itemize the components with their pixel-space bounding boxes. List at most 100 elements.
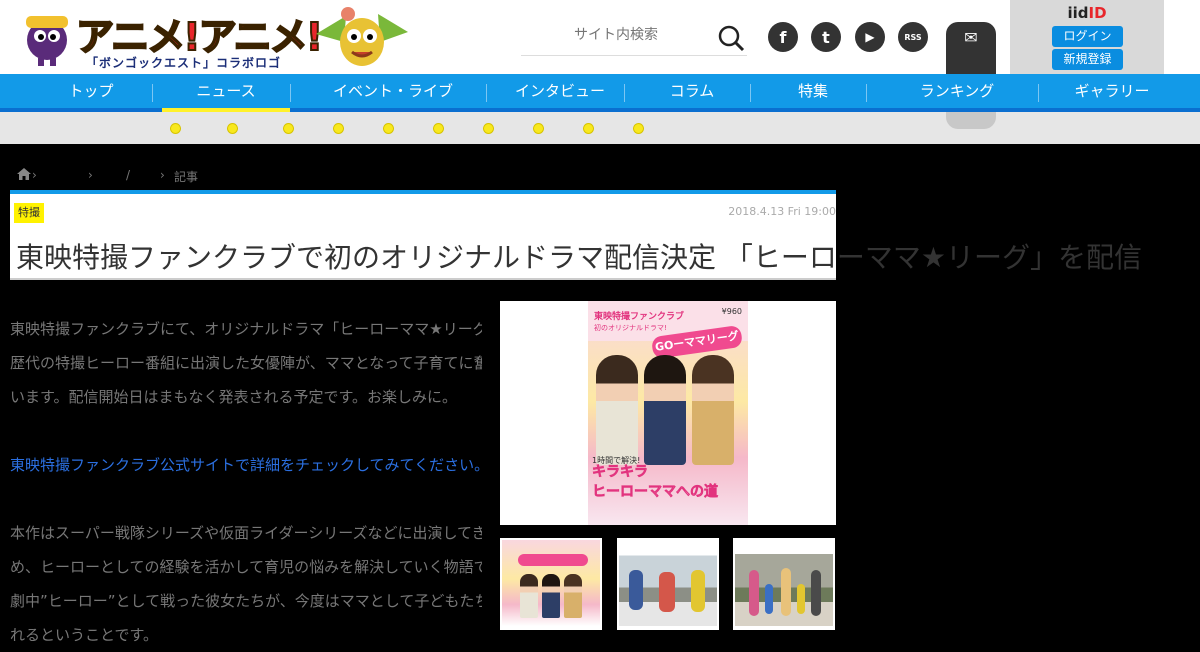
mail-tab[interactable]: ✉ bbox=[946, 22, 996, 74]
nav-separator bbox=[866, 84, 867, 102]
main-photo[interactable]: 東映特撮ファンクラブ 初のオリジナルドラマ! ¥960 GOーママリーグ 1時間… bbox=[500, 301, 836, 525]
facebook-icon[interactable]: f bbox=[768, 22, 798, 52]
body-line: れるということです。 bbox=[10, 626, 159, 644]
body-line: 本作はスーパー戦隊シリーズや仮面ライダーシリーズなどに出演してきた女優3人が主演… bbox=[10, 524, 482, 542]
main-nav: トップ ニュース イベント・ライブ インタビュー コラム 特集 ランキング ギャ… bbox=[0, 74, 1200, 112]
iid-panel: iidID ログイン 新規登録 bbox=[1010, 0, 1164, 74]
body-spacer bbox=[10, 414, 482, 448]
site-header: アニメ!アニメ! 「ボンゴックエスト」コラボロゴ f t ▶ RSS ✉ iid… bbox=[0, 0, 1200, 74]
subnav-dot[interactable] bbox=[633, 123, 644, 134]
thumbnail-logo-shape bbox=[518, 554, 588, 566]
person-figure bbox=[564, 574, 582, 618]
article-link[interactable]: 東映特撮ファンクラブ公式サイトで詳細をチェックしてみてください。配信情報まとめ bbox=[10, 448, 482, 482]
breadcrumb-separator: / bbox=[126, 168, 131, 182]
person-figure bbox=[781, 568, 791, 616]
cover-copy-line2: ヒーローママへの道 bbox=[592, 484, 719, 501]
facebook-glyph: f bbox=[779, 27, 787, 47]
thumbnail-image bbox=[735, 540, 833, 626]
body-line: め、ヒーローとしての経験を活かして育児の悩みを解決していく物語です。 bbox=[10, 558, 482, 576]
person-figure bbox=[629, 570, 643, 610]
category-badge[interactable]: 特撮 bbox=[14, 203, 44, 223]
subnav-dot[interactable] bbox=[227, 123, 238, 134]
nav-item-gallery[interactable]: ギャラリー bbox=[1048, 74, 1176, 108]
person-figure bbox=[797, 584, 805, 614]
article-header: 特撮 2018.4.13 Fri 19:00 東映特撮ファンクラブで初のオリジナ… bbox=[10, 190, 1142, 280]
cover-top-text: 東映特撮ファンクラブ bbox=[594, 312, 685, 322]
search-input[interactable] bbox=[521, 18, 711, 52]
breadcrumb-separator: › bbox=[88, 168, 93, 182]
sub-nav bbox=[0, 112, 1200, 144]
nav-separator bbox=[750, 84, 751, 102]
breadcrumb-current: 記事 bbox=[174, 170, 199, 184]
search-box bbox=[521, 18, 747, 56]
body-spacer bbox=[10, 482, 482, 516]
person-figure bbox=[542, 574, 560, 618]
subnav-dot[interactable] bbox=[383, 123, 394, 134]
article-title: 東映特撮ファンクラブで初のオリジナルドラマ配信決定 「ヒーローママ★リーグ」を配… bbox=[16, 241, 1143, 274]
cover-copy: キラキラ bbox=[592, 464, 649, 481]
cover-price: ¥960 bbox=[721, 307, 742, 316]
nav-separator bbox=[486, 84, 487, 102]
subnav-dot[interactable] bbox=[433, 123, 444, 134]
breadcrumb-separator: › bbox=[160, 168, 165, 182]
person-figure bbox=[691, 570, 705, 612]
thumbnail-image bbox=[619, 540, 717, 626]
nav-item-top[interactable]: トップ bbox=[30, 74, 152, 108]
search-icon[interactable] bbox=[717, 24, 745, 52]
magazine-cover-image: 東映特撮ファンクラブ 初のオリジナルドラマ! ¥960 GOーママリーグ 1時間… bbox=[588, 301, 748, 525]
article-body: 東映特撮ファンクラブにて、オリジナルドラマ「ヒーローママ★リーグ」の配信が決定し… bbox=[10, 312, 482, 652]
iid-logo: iidID bbox=[1010, 4, 1164, 22]
twitter-glyph: t bbox=[822, 27, 830, 47]
gallery-thumbnail[interactable] bbox=[733, 538, 835, 630]
breadcrumb-separator: › bbox=[32, 168, 37, 182]
body-line: 歴代の特撮ヒーロー番組に出演した女優陣が、ママとなって子育てに奮闘する姿を描く作… bbox=[10, 354, 482, 372]
subnav-dot[interactable] bbox=[283, 123, 294, 134]
person-figure bbox=[692, 355, 734, 465]
twitter-icon[interactable]: t bbox=[811, 22, 841, 52]
person-figure bbox=[644, 355, 686, 465]
site-logo[interactable]: アニメ!アニメ! 「ボンゴックエスト」コラボロゴ bbox=[18, 4, 418, 70]
person-figure bbox=[749, 570, 759, 616]
rss-glyph: RSS bbox=[904, 32, 922, 42]
nav-item-events[interactable]: イベント・ライブ bbox=[300, 74, 486, 108]
subnav-dot[interactable] bbox=[170, 123, 181, 134]
nav-item-column[interactable]: コラム bbox=[634, 74, 750, 108]
iid-logo-suffix: ID bbox=[1088, 4, 1107, 22]
youtube-glyph: ▶ bbox=[865, 30, 875, 44]
subnav-dot[interactable] bbox=[583, 123, 594, 134]
nav-separator bbox=[1038, 84, 1039, 102]
thumbnail-image bbox=[502, 540, 600, 626]
gallery-thumbnail[interactable] bbox=[500, 538, 602, 630]
person-figure bbox=[765, 584, 773, 614]
subnav-dot[interactable] bbox=[483, 123, 494, 134]
login-button[interactable]: ログイン bbox=[1052, 26, 1123, 47]
nav-item-news[interactable]: ニュース bbox=[162, 74, 290, 112]
person-figure bbox=[811, 570, 821, 616]
logo-text: アニメ!アニメ! bbox=[75, 14, 324, 60]
article-date: 2018.4.13 Fri 19:00 bbox=[728, 205, 836, 218]
gallery-thumbnail[interactable] bbox=[617, 538, 719, 630]
subnav-dot[interactable] bbox=[333, 123, 344, 134]
mascot-left-icon bbox=[26, 16, 68, 66]
person-figure bbox=[520, 574, 538, 618]
nav-item-feature[interactable]: 特集 bbox=[760, 74, 866, 108]
youtube-icon[interactable]: ▶ bbox=[855, 22, 885, 52]
nav-separator bbox=[624, 84, 625, 102]
nav-item-interview[interactable]: インタビュー bbox=[496, 74, 624, 108]
iid-logo-prefix: iid bbox=[1067, 4, 1089, 22]
rss-icon[interactable]: RSS bbox=[898, 22, 928, 52]
person-figure bbox=[596, 355, 638, 465]
subnav-dot[interactable] bbox=[533, 123, 544, 134]
person-figure bbox=[659, 572, 675, 612]
logo-subtitle: 「ボンゴックエスト」コラボロゴ bbox=[86, 56, 282, 70]
mascot-dragon-icon bbox=[316, 7, 408, 66]
body-line: 東映特撮ファンクラブにて、オリジナルドラマ「ヒーローママ★リーグ」の配信が決定し… bbox=[10, 320, 482, 338]
home-icon[interactable] bbox=[16, 167, 32, 181]
nav-separator bbox=[290, 84, 291, 102]
register-button[interactable]: 新規登録 bbox=[1052, 49, 1123, 70]
body-line: 劇中”ヒーロー”として戦った彼女たちが、今度はママとして子どもたちのために奮闘す… bbox=[10, 592, 482, 610]
cover-sub-text: 初のオリジナルドラマ! bbox=[594, 324, 667, 332]
nav-separator bbox=[152, 84, 153, 102]
body-line: います。配信開始日はまもなく発表される予定です。お楽しみに。 bbox=[10, 388, 458, 406]
nav-item-ranking[interactable]: ランキング bbox=[876, 74, 1038, 108]
